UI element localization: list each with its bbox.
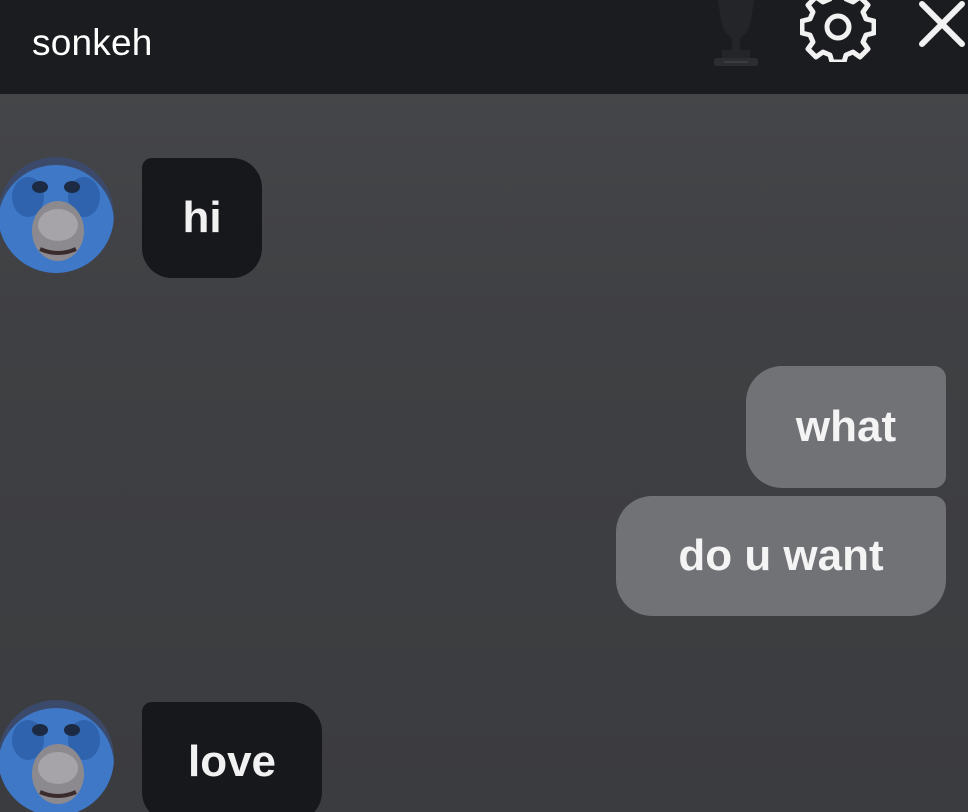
message-text: love (187, 737, 277, 786)
outgoing-message-bubble[interactable]: do u want (616, 496, 946, 616)
incoming-message-bubble[interactable]: love (142, 702, 322, 812)
incoming-message-bubble[interactable]: hi (142, 158, 262, 278)
sender-avatar[interactable] (0, 700, 114, 812)
blue-creature-avatar-image (0, 157, 114, 273)
outgoing-message-bubble[interactable]: what (746, 366, 946, 488)
blue-creature-avatar-image (0, 700, 114, 812)
message-text: do u want (678, 531, 884, 580)
close-icon[interactable] (912, 0, 968, 52)
sender-avatar[interactable] (0, 157, 114, 273)
message-text: what (795, 402, 897, 451)
trophy-icon[interactable] (696, 0, 776, 70)
gear-icon[interactable] (800, 0, 876, 62)
chat-title: sonkeh (32, 22, 153, 63)
message-text: hi (182, 193, 222, 242)
chat-header: sonkeh (0, 0, 968, 94)
chat-screen: sonkeh hi what do u want love (0, 0, 968, 812)
